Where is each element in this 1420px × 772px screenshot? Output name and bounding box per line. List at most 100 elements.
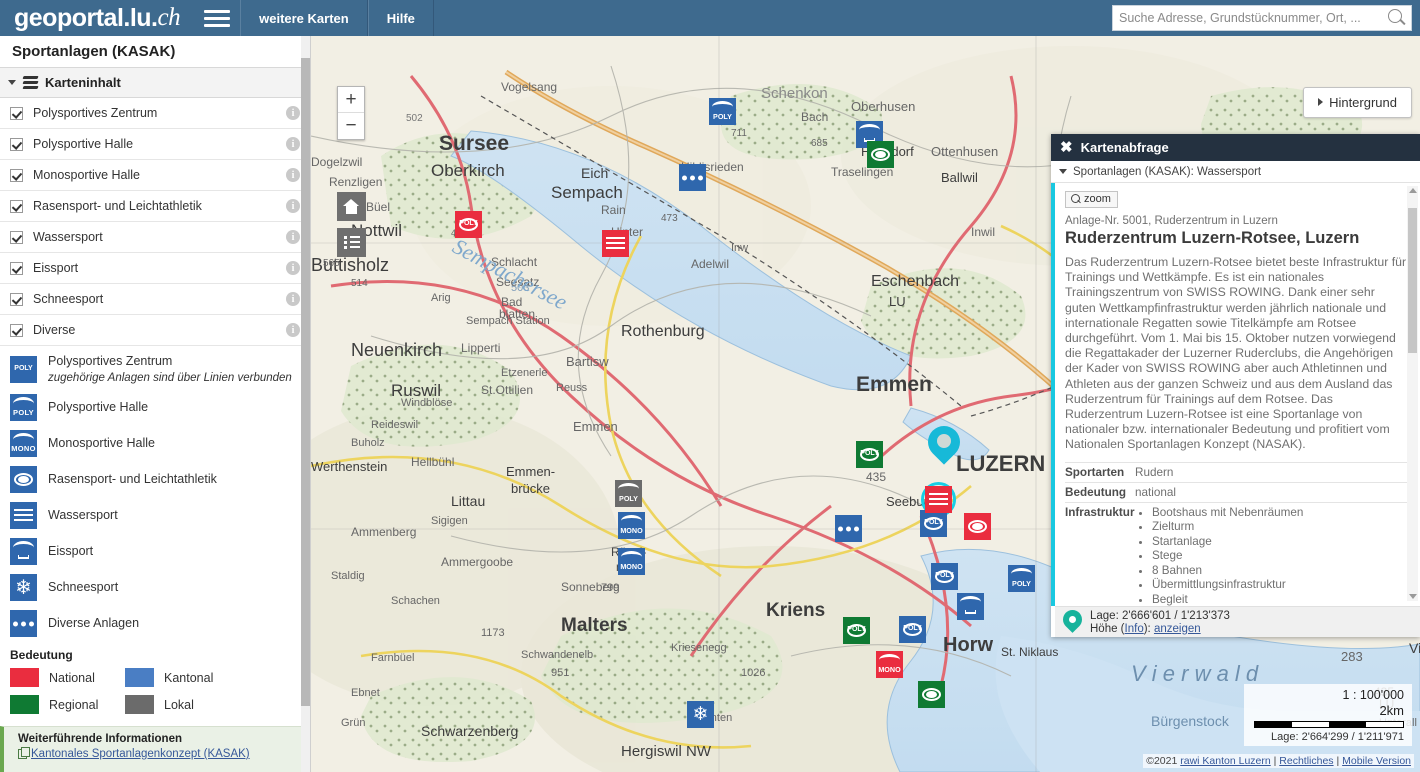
map-marker-mono-halle[interactable]: MONO xyxy=(618,512,645,539)
bedeutung-item: National xyxy=(10,668,125,687)
map-marker-poly-halle[interactable]: POLY xyxy=(615,480,642,507)
map-marker-diverse[interactable] xyxy=(835,515,862,542)
layer-checkbox[interactable] xyxy=(10,200,23,213)
map-marker-poly-zentrum[interactable]: POLY xyxy=(920,510,947,537)
layer-label: Wassersport xyxy=(33,230,286,244)
attribute-key: Bedeutung xyxy=(1065,482,1135,502)
legal-link[interactable]: Rechtliches xyxy=(1279,755,1333,767)
map-marker-poly-halle[interactable]: POLY xyxy=(1008,565,1035,592)
attribute-row: InfrastrukturBootshaus mit NebenräumenZi… xyxy=(1065,502,1408,606)
map-marker-mono-halle[interactable]: MONO xyxy=(618,548,645,575)
scroll-down-arrow-icon[interactable] xyxy=(1409,594,1417,599)
map-marker-poly-zentrum[interactable]: POLY xyxy=(931,563,958,590)
bedeutung-item: Kantonal xyxy=(125,668,240,687)
zoom-out-button[interactable]: − xyxy=(338,113,364,139)
color-swatch xyxy=(10,695,39,714)
map-marker-rasensport[interactable] xyxy=(918,681,945,708)
background-layer-button[interactable]: Hintergrund xyxy=(1303,87,1412,118)
infrastruktur-item: Zielturm xyxy=(1152,520,1408,535)
map-marker-mono-halle[interactable]: MONO xyxy=(876,651,903,678)
svg-text:Kriens: Kriens xyxy=(766,600,825,621)
scroll-up-arrow-icon[interactable] xyxy=(1409,188,1417,193)
result-group-header[interactable]: Sportanlagen (KASAK): Wassersport xyxy=(1051,161,1420,183)
layer-info-icon[interactable]: i xyxy=(286,106,300,120)
map-marker-schneesport[interactable]: ❄ xyxy=(687,701,714,728)
map-marker-poly-zentrum[interactable]: POLY xyxy=(455,211,482,238)
map-marker-poly-halle[interactable]: POLY xyxy=(709,98,736,125)
map-marker-poly-zentrum[interactable]: POLY xyxy=(856,441,883,468)
layer-info-icon[interactable]: i xyxy=(286,137,300,151)
zoom-to-feature-button[interactable]: zoom xyxy=(1065,191,1118,208)
hamburger-icon[interactable] xyxy=(194,0,240,36)
bedeutung-item: Regional xyxy=(10,695,125,714)
app-header: geoportal.lu.ch weitere Karten Hilfe xyxy=(0,0,1420,36)
map-marker-diverse[interactable] xyxy=(679,164,706,191)
svg-text:Werthenstein: Werthenstein xyxy=(311,459,387,474)
layer-info-icon[interactable]: i xyxy=(286,323,300,337)
panel-scrollbar[interactable] xyxy=(1407,186,1418,601)
layer-label: Diverse xyxy=(33,323,286,337)
svg-text:Vitznau: Vitznau xyxy=(1409,640,1420,656)
svg-text:Windblöse: Windblöse xyxy=(401,397,452,409)
layer-info-icon[interactable]: i xyxy=(286,230,300,244)
svg-text:brücke: brücke xyxy=(511,481,550,496)
map-marker-rasensport[interactable] xyxy=(867,141,894,168)
legend-row: Diverse Anlagen xyxy=(10,610,300,637)
app-logo[interactable]: geoportal.lu.ch xyxy=(0,0,194,36)
layer-info-icon[interactable]: i xyxy=(286,199,300,213)
legend-row: MONOMonosportive Halle xyxy=(10,430,300,457)
layer-row: Diversei xyxy=(0,315,310,346)
layer-info-icon[interactable]: i xyxy=(286,292,300,306)
panel-scrollbar-thumb[interactable] xyxy=(1408,208,1417,353)
layer-checkbox[interactable] xyxy=(10,262,23,275)
map-marker-poly-zentrum[interactable]: POLY xyxy=(899,616,926,643)
feature-title: Ruderzentrum Luzern-Rotsee, Luzern xyxy=(1065,229,1408,248)
info-link[interactable]: Info xyxy=(1125,623,1144,635)
color-swatch xyxy=(125,695,154,714)
search-input[interactable] xyxy=(1113,6,1385,30)
nav-weitere-karten[interactable]: weitere Karten xyxy=(240,0,368,36)
kasak-link[interactable]: Kantonales Sportanlagenkonzept (KASAK) xyxy=(18,748,311,760)
sidebar-scrollbar-thumb[interactable] xyxy=(301,58,310,706)
svg-text:435: 435 xyxy=(866,470,886,484)
map-marker-poly-zentrum[interactable]: POLY xyxy=(843,617,870,644)
search-box[interactable] xyxy=(1112,5,1412,31)
search-icon[interactable] xyxy=(1385,7,1407,29)
kartenabfrage-panel: ✖ Kartenabfrage Sportanlagen (KASAK): Wa… xyxy=(1051,134,1420,637)
map-marker-eissport[interactable] xyxy=(957,593,984,620)
svg-text:Renzligen: Renzligen xyxy=(329,175,382,189)
layer-checkbox[interactable] xyxy=(10,293,23,306)
anzeigen-link[interactable]: anzeigen xyxy=(1154,623,1201,635)
close-icon[interactable]: ✖ xyxy=(1060,140,1073,155)
infrastruktur-list: Bootshaus mit NebenräumenZielturmStartan… xyxy=(1135,506,1408,606)
bedeutung-item: Lokal xyxy=(125,695,240,714)
layer-checkbox[interactable] xyxy=(10,107,23,120)
map-marker-rasensport[interactable] xyxy=(964,513,991,540)
eissport-icon xyxy=(10,538,37,565)
bedeutung-label: National xyxy=(49,671,95,685)
legend-label: Polysportives Zentrum xyxy=(48,354,172,368)
map-marker-wassersport[interactable] xyxy=(602,230,629,257)
legend-list-icon[interactable] xyxy=(337,228,366,257)
svg-text:Reuss: Reuss xyxy=(556,382,588,394)
layer-info-icon[interactable]: i xyxy=(286,261,300,275)
location-pin-icon[interactable] xyxy=(928,426,960,468)
section-karteninhalt[interactable]: Karteninhalt xyxy=(0,68,310,98)
home-icon[interactable] xyxy=(337,192,366,221)
nav-hilfe[interactable]: Hilfe xyxy=(368,0,434,36)
svg-text:Inwil: Inwil xyxy=(971,225,995,239)
layer-info-icon[interactable]: i xyxy=(286,168,300,182)
marker-selected-wassersport[interactable] xyxy=(925,486,952,513)
layer-checkbox[interactable] xyxy=(10,231,23,244)
mobile-version-link[interactable]: Mobile Version xyxy=(1342,755,1411,767)
sidebar-scrollbar[interactable] xyxy=(301,36,310,772)
zoom-controls[interactable]: + − xyxy=(337,86,365,140)
infrastruktur-item: Begleit xyxy=(1152,593,1408,606)
layer-checkbox[interactable] xyxy=(10,169,23,182)
org-link[interactable]: rawi Kanton Luzern xyxy=(1180,755,1270,767)
zoom-in-button[interactable]: + xyxy=(338,87,364,113)
svg-text:Lipperti: Lipperti xyxy=(461,341,500,355)
layer-checkbox[interactable] xyxy=(10,138,23,151)
svg-text:St. Niklaus: St. Niklaus xyxy=(1001,645,1058,659)
layer-checkbox[interactable] xyxy=(10,324,23,337)
